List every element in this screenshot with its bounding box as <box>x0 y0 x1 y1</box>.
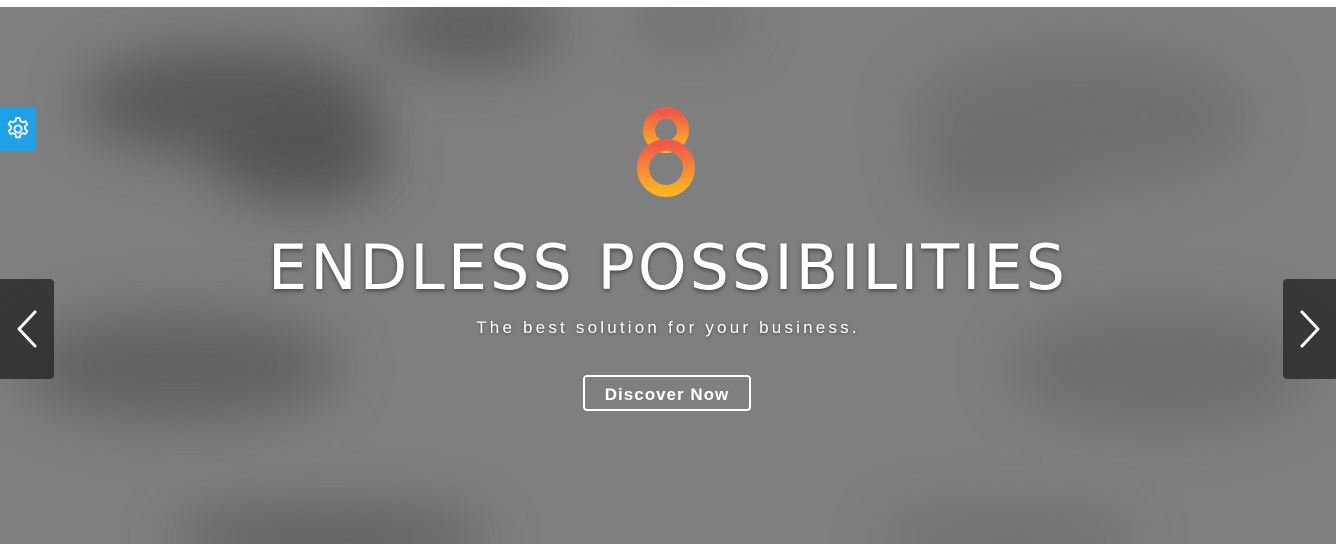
hero-subtitle: The best solution for your business. <box>476 318 860 337</box>
carousel-next-button[interactable] <box>1283 279 1336 379</box>
discover-now-button[interactable]: Discover Now <box>583 375 751 411</box>
page: ENDLESS POSSIBILITIES The best solution … <box>0 0 1336 544</box>
carousel-prev-button[interactable] <box>0 279 54 379</box>
gear-icon <box>7 117 29 139</box>
infinity-eight-logo-icon <box>637 107 695 197</box>
hero-content: ENDLESS POSSIBILITIES The best solution … <box>0 7 1336 544</box>
chevron-left-icon <box>17 310 37 348</box>
settings-panel-toggle[interactable] <box>0 107 36 151</box>
hero-title: ENDLESS POSSIBILITIES <box>268 231 1068 304</box>
chevron-right-icon <box>1300 310 1319 348</box>
hero-slider: ENDLESS POSSIBILITIES The best solution … <box>0 7 1336 544</box>
